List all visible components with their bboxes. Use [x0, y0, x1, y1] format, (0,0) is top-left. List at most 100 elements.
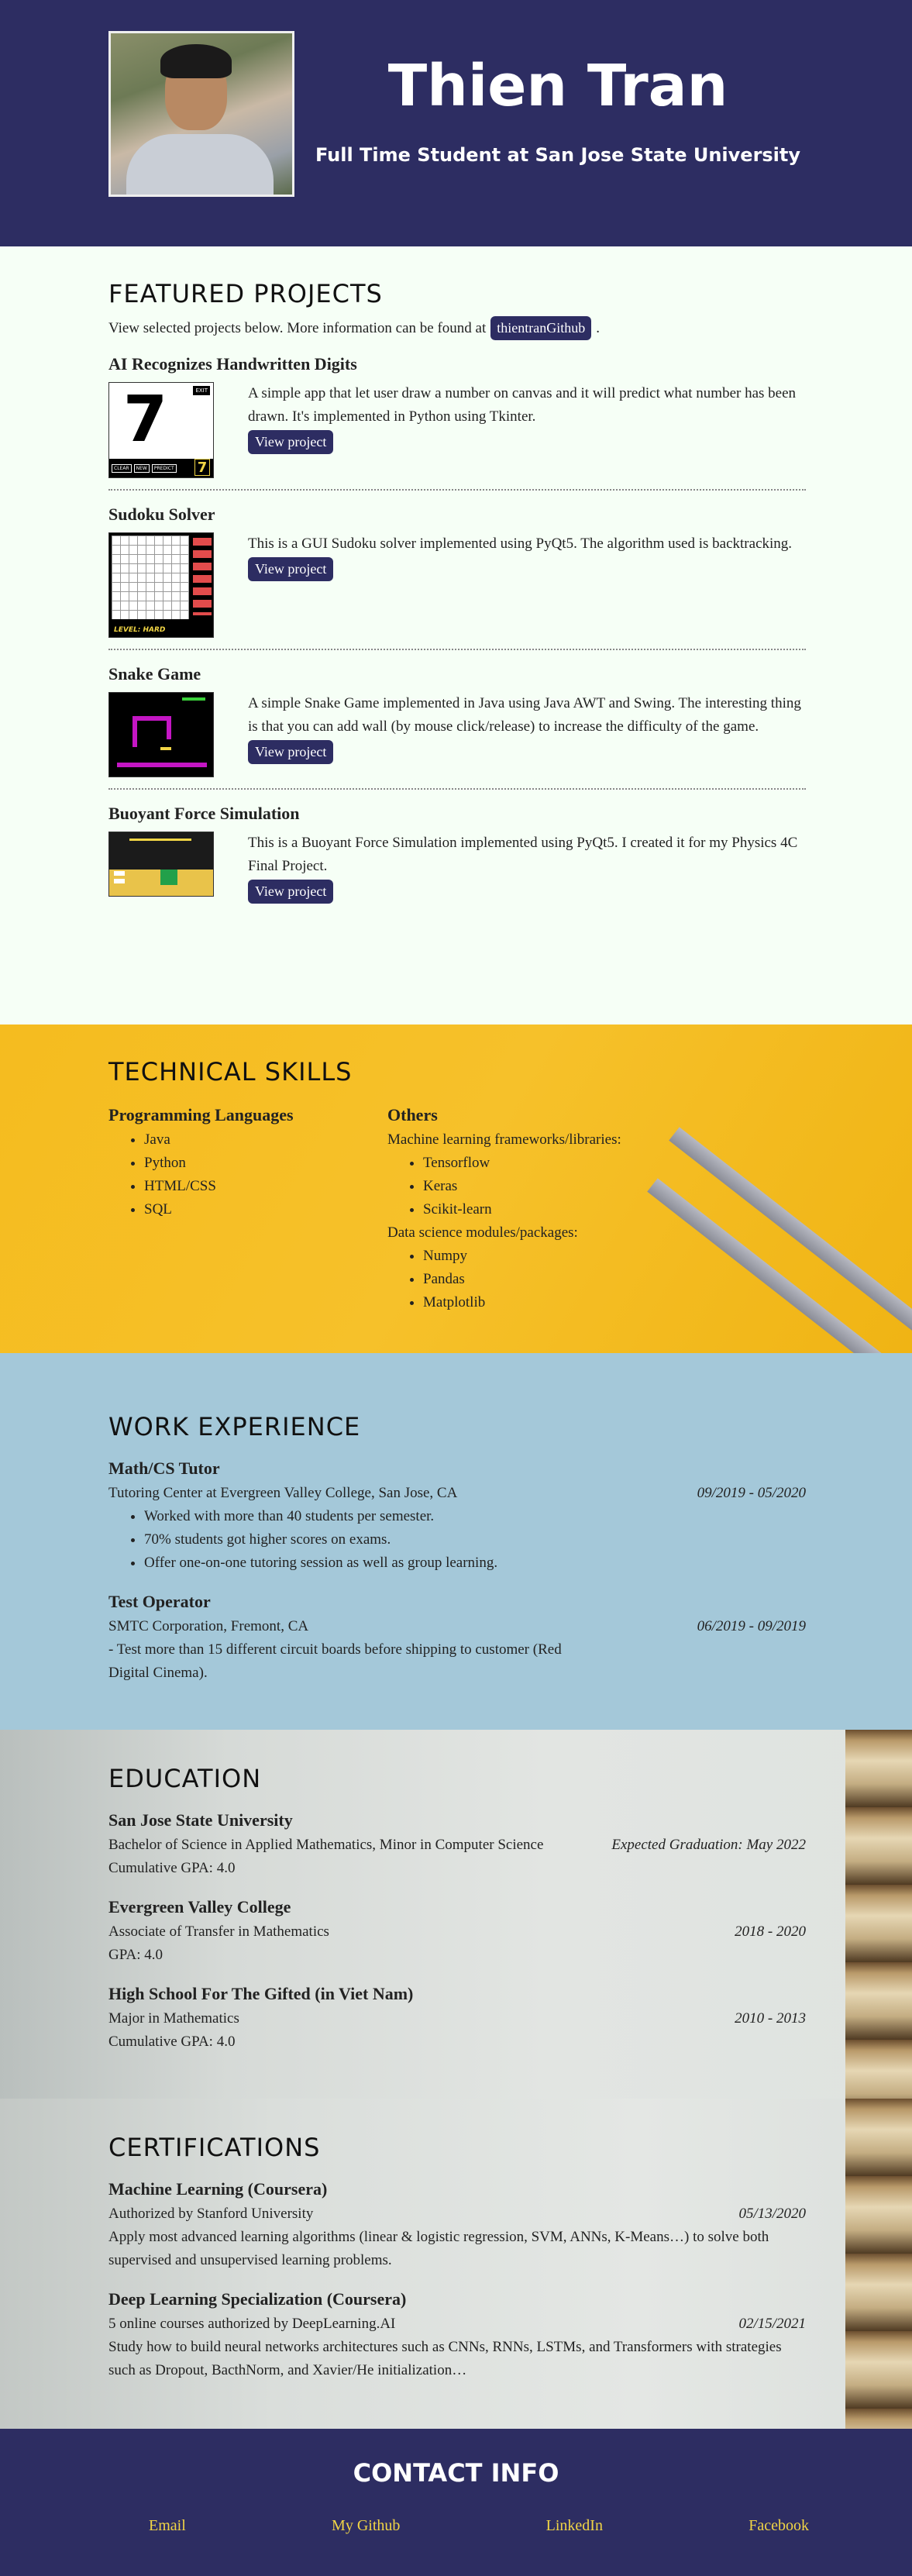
list-item: Tensorflow [423, 1152, 621, 1175]
education-entry: High School For The Gifted (in Viet Nam)… [108, 1984, 806, 2054]
project-card: Snake Game A simple Snake Game implement… [108, 650, 806, 790]
contact-heading: CONTACT INFO [353, 2458, 559, 2488]
cert-issuer: 5 online courses authorized by DeepLearn… [108, 2316, 396, 2332]
job-description: - Test more than 15 different circuit bo… [108, 1641, 562, 1681]
languages-title: Programming Languages [108, 1105, 294, 1124]
certifications-heading: CERTIFICATIONS [108, 2133, 321, 2162]
view-project-button[interactable]: View project [248, 557, 334, 581]
school-name: San Jose State University [108, 1810, 293, 1830]
list-item: Pandas [423, 1268, 621, 1291]
job-entry: Math/CS Tutor Tutoring Center at Evergre… [108, 1458, 806, 1575]
cert-date: 05/13/2020 [738, 2206, 806, 2222]
project-card: Buoyant Force Simulation This is a Buoya… [108, 790, 806, 914]
gpa: Cumulative GPA: 4.0 [108, 2034, 236, 2050]
ml-label: Machine learning frameworks/libraries: [387, 1131, 621, 1148]
degree: Major in Mathematics [108, 2010, 239, 2027]
skills-section: TECHNICAL SKILLS Programming Languages J… [0, 1025, 912, 1353]
contact-links: Email My Github LinkedIn Facebook [149, 2517, 809, 2535]
work-heading: WORK EXPERIENCE [108, 1412, 361, 1441]
others-title: Others [387, 1105, 438, 1124]
cert-description: Study how to build neural networks archi… [108, 2339, 782, 2378]
list-item: HTML/CSS [144, 1175, 387, 1198]
cert-description: Apply most advanced learning algorithms … [108, 2229, 769, 2268]
tagline: Full Time Student at San Jose State Univ… [315, 144, 801, 166]
ds-label: Data science modules/packages: [387, 1224, 578, 1241]
books-decoration [845, 1730, 912, 2099]
degree: Associate of Transfer in Mathematics [108, 1923, 329, 1940]
list-item: Worked with more than 40 students per se… [144, 1505, 806, 1528]
header: Thien Tran Full Time Student at San Jose… [0, 0, 912, 246]
projects-intro-text: View selected projects below. More infor… [108, 319, 487, 336]
project-title: AI Recognizes Handwritten Digits [108, 354, 357, 374]
job-place: Tutoring Center at Evergreen Valley Coll… [108, 1485, 458, 1501]
project-description: A simple app that let user draw a number… [248, 385, 797, 425]
projects-heading: FEATURED PROJECTS [108, 279, 383, 308]
project-card: Sudoku Solver LEVEL: HARD This is a GUI … [108, 491, 806, 650]
certification-entry: Machine Learning (Coursera) Authorized b… [108, 2179, 806, 2272]
cert-name: Deep Learning Specialization (Coursera) [108, 2289, 407, 2309]
sudoku-thumbnail[interactable]: LEVEL: HARD [108, 532, 214, 638]
school-name: Evergreen Valley College [108, 1897, 291, 1917]
snake-game-thumbnail[interactable] [108, 692, 214, 777]
projects-intro: View selected projects below. More infor… [108, 316, 806, 340]
profile-photo [108, 31, 294, 197]
list-item: Keras [423, 1175, 621, 1198]
certifications-section: CERTIFICATIONS Machine Learning (Courser… [0, 2099, 912, 2429]
list-item: SQL [144, 1198, 387, 1221]
edu-date: 2010 - 2013 [735, 2010, 806, 2027]
gpa: GPA: 4.0 [108, 1947, 163, 1963]
list-item: Scikit-learn [423, 1198, 621, 1221]
github-link[interactable]: thientranGithub [490, 316, 592, 340]
page-title: Thien Tran [387, 53, 728, 119]
project-description: This is a Buoyant Force Simulation imple… [248, 835, 798, 874]
facebook-link[interactable]: Facebook [749, 2517, 809, 2535]
list-item: Python [144, 1152, 387, 1175]
gpa: Cumulative GPA: 4.0 [108, 1860, 236, 1876]
view-project-button[interactable]: View project [248, 880, 334, 904]
others-column: Others Machine learning frameworks/libra… [387, 1105, 621, 1314]
work-section: WORK EXPERIENCE Math/CS Tutor Tutoring C… [0, 1353, 912, 1730]
list-item: Matplotlib [423, 1291, 621, 1314]
job-date: 06/2019 - 09/2019 [697, 1618, 806, 1634]
buoyant-thumbnail[interactable] [108, 832, 214, 897]
job-date: 09/2019 - 05/2020 [697, 1485, 806, 1501]
digit-app-thumbnail[interactable]: 7 EXIT CLEAR NEW PREDICT 7 [108, 382, 214, 478]
school-name: High School For The Gifted (in Viet Nam) [108, 1984, 414, 2003]
edu-date: Expected Graduation: May 2022 [611, 1837, 806, 1853]
education-heading: EDUCATION [108, 1764, 262, 1793]
contact-section: CONTACT INFO Email My Github LinkedIn Fa… [0, 2429, 912, 2576]
project-title: Snake Game [108, 664, 201, 684]
cert-name: Machine Learning (Coursera) [108, 2179, 328, 2199]
education-entry: San Jose State University Bachelor of Sc… [108, 1810, 806, 1880]
project-title: Sudoku Solver [108, 505, 215, 524]
degree: Bachelor of Science in Applied Mathemati… [108, 1837, 544, 1853]
list-item: Offer one-on-one tutoring session as wel… [144, 1551, 806, 1575]
education-entry: Evergreen Valley College Associate of Tr… [108, 1897, 806, 1967]
github-profile-link[interactable]: My Github [332, 2517, 400, 2535]
project-description: A simple Snake Game implemented in Java … [248, 695, 801, 735]
cert-date: 02/15/2021 [738, 2316, 806, 2332]
job-role: Test Operator [108, 1592, 211, 1611]
job-role: Math/CS Tutor [108, 1458, 220, 1478]
project-card: AI Recognizes Handwritten Digits 7 EXIT … [108, 340, 806, 491]
certification-entry: Deep Learning Specialization (Coursera) … [108, 2289, 806, 2382]
view-project-button[interactable]: View project [248, 430, 334, 454]
project-description: This is a GUI Sudoku solver implemented … [248, 536, 793, 552]
languages-list: Java Python HTML/CSS SQL [144, 1128, 387, 1221]
linkedin-link[interactable]: LinkedIn [546, 2517, 603, 2535]
job-place: SMTC Corporation, Fremont, CA [108, 1618, 309, 1634]
projects-section: FEATURED PROJECTS View selected projects… [0, 246, 912, 1025]
languages-column: Programming Languages Java Python HTML/C… [108, 1105, 387, 1314]
list-item: Numpy [423, 1245, 621, 1268]
books-decoration [845, 2099, 912, 2429]
cert-issuer: Authorized by Stanford University [108, 2206, 314, 2222]
list-item: 70% students got higher scores on exams. [144, 1528, 806, 1551]
job-entry: Test Operator SMTC Corporation, Fremont,… [108, 1592, 806, 1685]
email-link[interactable]: Email [149, 2517, 186, 2535]
skills-heading: TECHNICAL SKILLS [108, 1057, 353, 1087]
project-title: Buoyant Force Simulation [108, 804, 300, 823]
education-section: EDUCATION San Jose State University Bach… [0, 1730, 912, 2099]
list-item: Java [144, 1128, 387, 1152]
view-project-button[interactable]: View project [248, 740, 334, 764]
edu-date: 2018 - 2020 [735, 1923, 806, 1940]
